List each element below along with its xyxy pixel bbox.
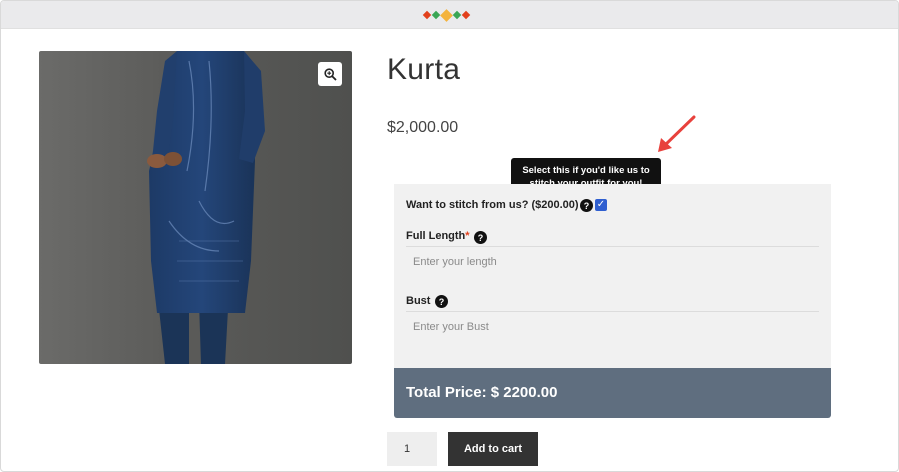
zoom-button[interactable] — [318, 62, 342, 86]
stitch-checkbox[interactable]: ✓ — [595, 199, 607, 211]
full-length-label: Full Length* — [406, 230, 470, 242]
stitching-options-panel: Want to stitch from us? ($200.00) ? ✓ Fu… — [394, 184, 831, 369]
full-length-help-icon[interactable]: ? — [474, 231, 487, 244]
stitch-option-label: Want to stitch from us? ($200.00) — [406, 199, 579, 211]
product-title: Kurta — [387, 53, 461, 86]
site-header — [1, 1, 898, 29]
logo-diamond-icon — [452, 10, 462, 20]
quantity-input[interactable] — [387, 432, 437, 466]
stitch-help-icon[interactable]: ? — [580, 199, 593, 212]
total-price-bar: Total Price: $ 2200.00 — [394, 368, 831, 418]
zoom-in-icon — [323, 67, 337, 81]
logo-diamond-icon — [461, 10, 471, 20]
bust-label: Bust — [406, 295, 431, 307]
bust-help-icon[interactable]: ? — [435, 295, 448, 308]
bust-input[interactable] — [406, 311, 819, 341]
page-frame: Kurta $2,000.00 Select this if you'd lik… — [0, 0, 899, 472]
annotation-arrow-icon — [658, 115, 696, 152]
product-image[interactable] — [39, 51, 352, 364]
full-length-label-text: Full Length — [406, 230, 466, 242]
full-length-input[interactable] — [406, 246, 819, 276]
total-price-label: Total Price: $ 2200.00 — [406, 384, 558, 401]
site-logo[interactable] — [422, 8, 471, 22]
product-price: $2,000.00 — [387, 119, 459, 136]
logo-diamond-icon — [422, 10, 432, 20]
required-mark: * — [465, 230, 470, 242]
kurta-model-illustration — [147, 51, 265, 364]
logo-diamond-icon — [440, 8, 453, 22]
add-to-cart-button[interactable]: Add to cart — [448, 432, 538, 466]
